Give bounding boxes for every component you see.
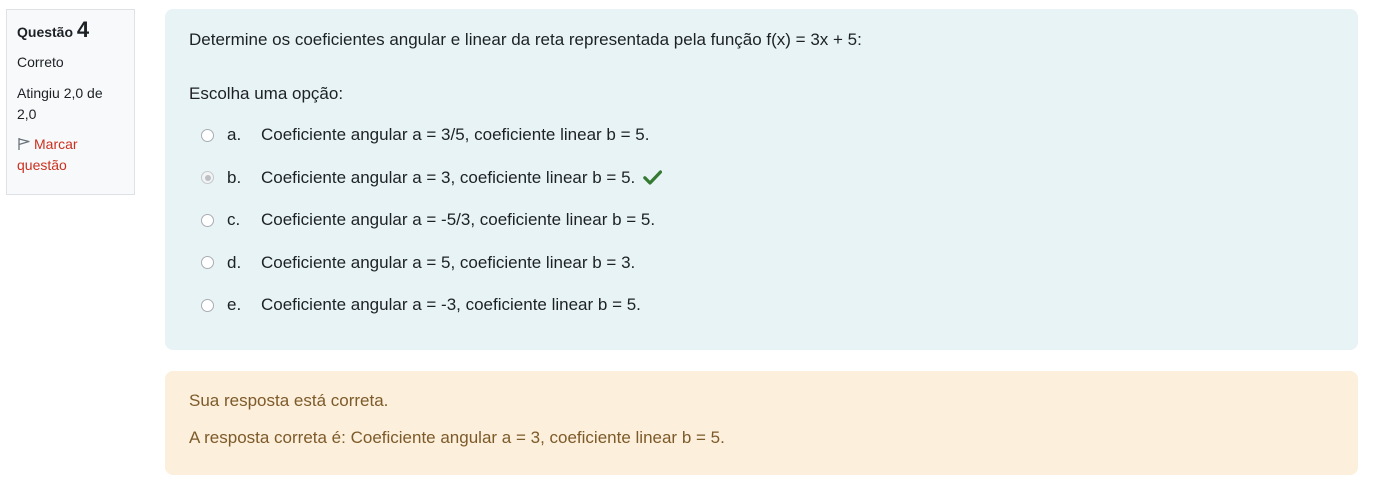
- question-state: Correto: [17, 54, 64, 70]
- option-text: Coeficiente angular a = 3, coeficiente l…: [261, 167, 636, 187]
- answer-options: a. Coeficiente angular a = 3/5, coeficie…: [189, 114, 1334, 327]
- question-text: Determine os coeficientes angular e line…: [189, 30, 862, 49]
- answer-option-a[interactable]: a. Coeficiente angular a = 3/5, coeficie…: [189, 114, 1334, 157]
- feedback-message: Sua resposta está correta.: [189, 391, 389, 410]
- radio-button[interactable]: [201, 213, 214, 227]
- question-info-panel: Questão 4 Correto Atingiu 2,0 de 2,0 Mar…: [6, 9, 135, 195]
- answer-option-c[interactable]: c. Coeficiente angular a = -5/3, coefici…: [189, 199, 1334, 242]
- answer-option-b[interactable]: b. Coeficiente angular a = 3, coeficient…: [189, 157, 1334, 200]
- answer-prompt: Escolha uma opção:: [189, 84, 344, 103]
- answer-option-d[interactable]: d. Coeficiente angular a = 5, coeficient…: [189, 242, 1334, 285]
- question-number-value: 4: [76, 17, 90, 42]
- question-number: Questão 4: [17, 19, 124, 43]
- option-text: Coeficiente angular a = -5/3, coeficient…: [261, 210, 656, 230]
- option-letter: e.: [227, 295, 242, 315]
- question-formulation: Determine os coeficientes angular e line…: [165, 9, 1358, 350]
- right-answer: A resposta correta é: Coeficiente angula…: [189, 428, 725, 447]
- check-icon: [643, 170, 663, 185]
- option-text: Coeficiente angular a = 3/5, coeficiente…: [261, 125, 650, 145]
- radio-button[interactable]: [201, 128, 214, 142]
- option-text: Coeficiente angular a = -3, coeficiente …: [261, 295, 641, 315]
- question-label: Questão: [17, 24, 74, 40]
- option-letter: a.: [227, 125, 242, 145]
- radio-button[interactable]: [201, 256, 214, 270]
- flag-outline-icon: [18, 138, 30, 150]
- feedback-panel: Sua resposta está correta. A resposta co…: [165, 371, 1358, 475]
- radio-button[interactable]: [201, 298, 214, 312]
- radio-button-selected[interactable]: [201, 171, 214, 185]
- option-text: Coeficiente angular a = 5, coeficiente l…: [261, 252, 636, 272]
- option-letter: d.: [227, 252, 242, 272]
- flag-question-link[interactable]: Marcar questão: [17, 134, 124, 176]
- question-grade: Atingiu 2,0 de 2,0: [17, 85, 103, 122]
- option-letter: b.: [227, 167, 242, 187]
- option-letter: c.: [227, 210, 241, 230]
- answer-option-e[interactable]: e. Coeficiente angular a = -3, coeficien…: [189, 284, 1334, 327]
